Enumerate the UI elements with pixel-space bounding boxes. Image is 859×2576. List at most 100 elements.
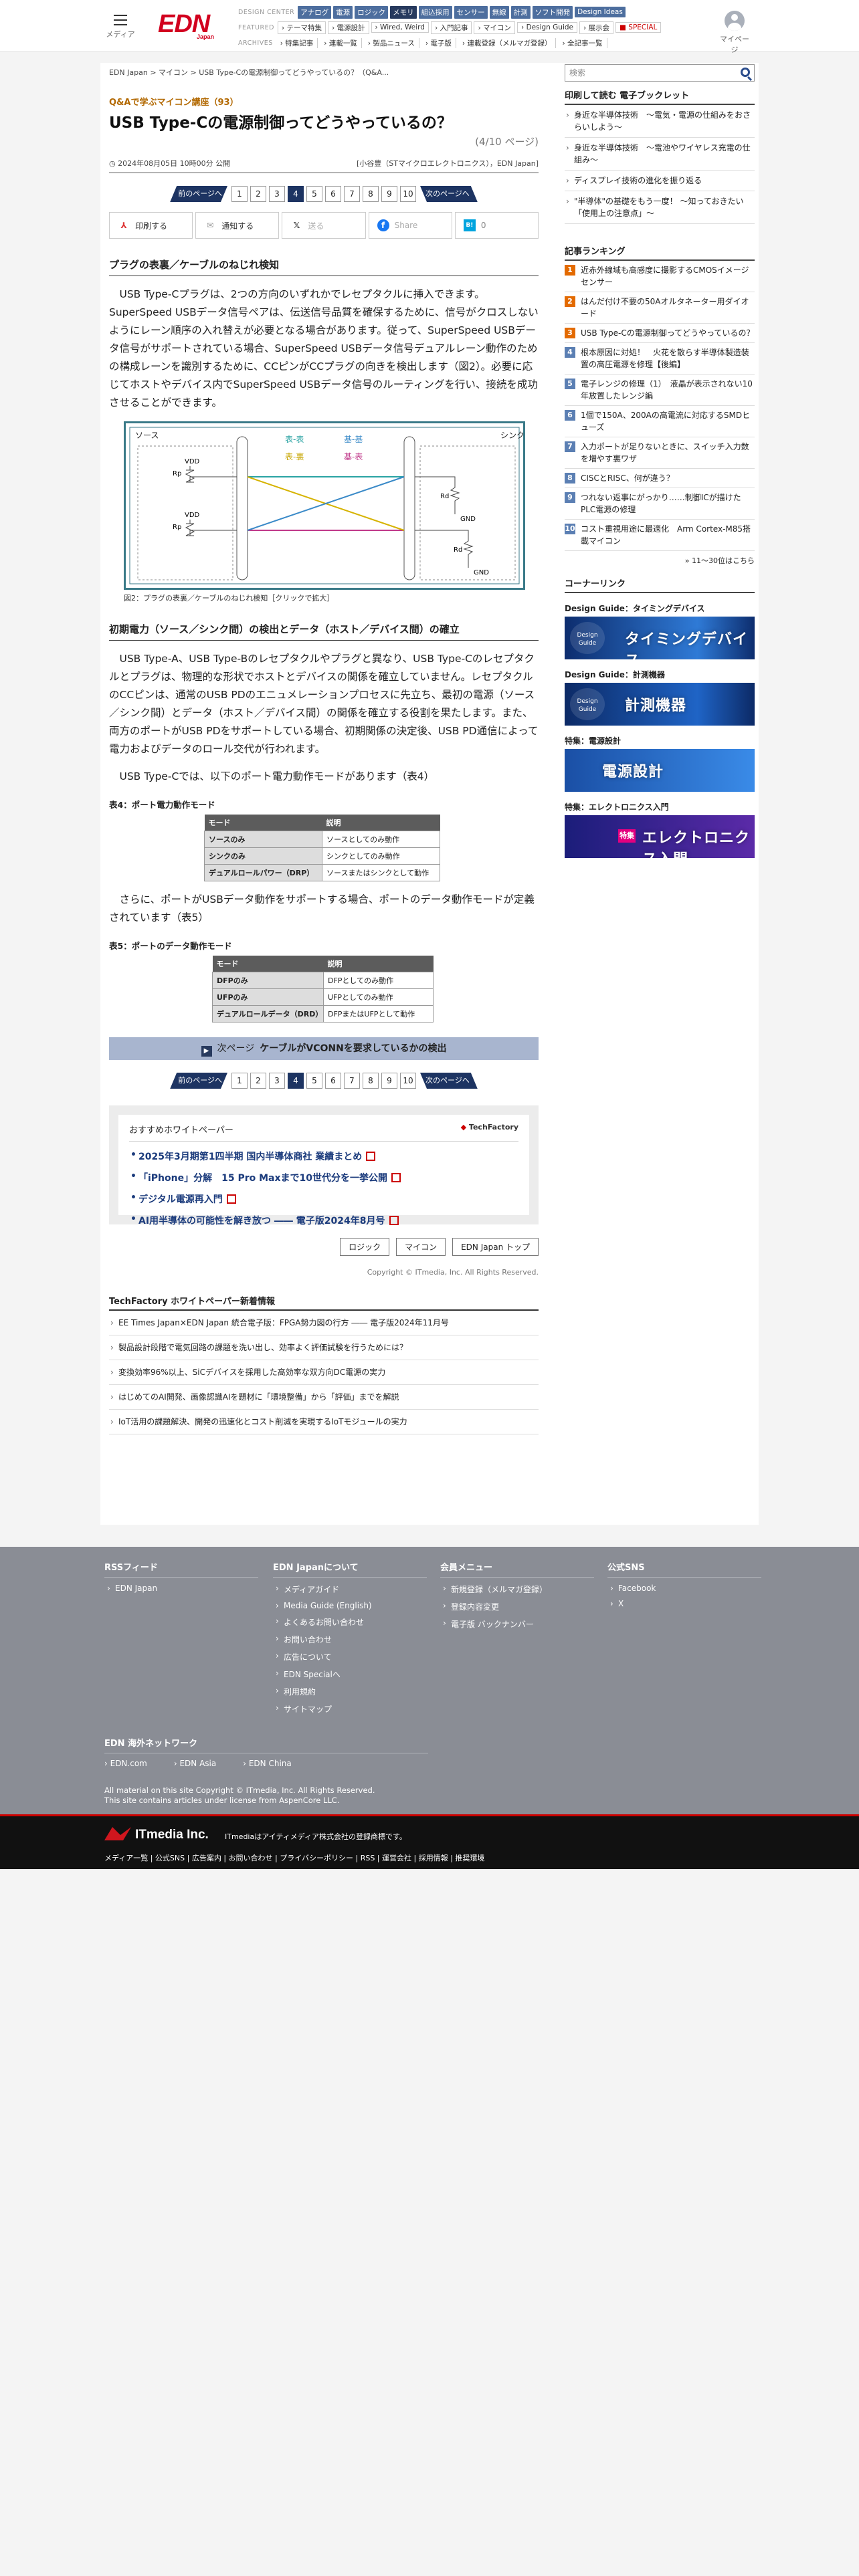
- corner-banner[interactable]: 特集エレクトロニクス入門: [565, 815, 755, 858]
- booklet-link[interactable]: 身近な半導体技術 ～電池やワイヤレス充電の仕組み～: [565, 138, 755, 171]
- series-label[interactable]: Q&Aで学ぶマイコン講座（93）: [109, 95, 539, 108]
- techfactory-item[interactable]: はじめてのAI開発、画像認識AIを題材に「環境整備」から「評価」までを解説: [109, 1385, 539, 1410]
- ranking-more-link[interactable]: » 11〜30位はこちら: [565, 555, 755, 566]
- overseas-link[interactable]: › EDN.com: [104, 1759, 147, 1768]
- page-number-link[interactable]: 1: [231, 186, 248, 202]
- corner-link-label[interactable]: Design Guide：計測機器: [565, 669, 755, 683]
- whitepaper-link[interactable]: 2025年3月期第1四半期 国内半導体商社 業績まとめ: [129, 1150, 518, 1163]
- page-number-link[interactable]: 7: [344, 1073, 360, 1089]
- page-number-link[interactable]: 8: [363, 186, 379, 202]
- page-number-link[interactable]: 3: [269, 186, 285, 202]
- x-share-button[interactable]: 𝕏 送る: [282, 212, 366, 239]
- page-number-link[interactable]: 2: [250, 186, 266, 202]
- page-number-link[interactable]: 7: [344, 186, 360, 202]
- archives-link[interactable]: › 電子版: [421, 37, 456, 48]
- page-number-link[interactable]: 4: [288, 186, 304, 202]
- featured-link[interactable]: › マイコン: [474, 21, 516, 34]
- itmedia-links[interactable]: メディア一覧 | 公式SNS | 広告案内 | お問い合わせ | プライバシーポ…: [104, 1852, 484, 1863]
- ranking-item[interactable]: 4 根本原因に対処！ 火花を散らす半導体製造装置の高圧電源を修理【後編】: [565, 343, 755, 374]
- featured-link[interactable]: › 電源設計: [327, 21, 369, 34]
- booklet-link[interactable]: 身近な半導体技術 ～電気・電源の仕組みをおさらいしよう～: [565, 105, 755, 138]
- featured-link[interactable]: › Design Guide: [517, 22, 577, 33]
- notify-button[interactable]: ✉ 通知する: [195, 212, 280, 239]
- page-number-link[interactable]: 4: [288, 1073, 304, 1089]
- ranking-item[interactable]: 5 電子レンジの修理（1） 液晶が表示されない10年放置したレンジ編: [565, 374, 755, 406]
- ranking-item[interactable]: 7 入力ポートが足りないときに、スイッチ入力数を増やす裏ワザ: [565, 437, 755, 469]
- design-center-tab[interactable]: メモリ: [390, 5, 417, 19]
- next-page-button-bottom[interactable]: 次のページへ: [420, 1073, 478, 1089]
- footer-link[interactable]: よくあるお問い合わせ: [273, 1616, 427, 1628]
- ranking-item[interactable]: 2 はんだ付け不要の50Aオルタネーター用ダイオード: [565, 292, 755, 324]
- footer-link[interactable]: EDN Specialへ: [273, 1669, 427, 1680]
- footer-link[interactable]: 新規登録（メルマガ登録）: [440, 1584, 594, 1595]
- footer-link[interactable]: お問い合わせ: [273, 1634, 427, 1645]
- whitepaper-link[interactable]: AI用半導体の可能性を解き放つ ―― 電子版2024年8月号: [129, 1214, 518, 1227]
- corner-link-label[interactable]: 特集：電源設計: [565, 735, 755, 749]
- techfactory-item[interactable]: IoT活用の課題解決、開発の迅速化とコスト削減を実現するIoTモジュールの実力: [109, 1410, 539, 1434]
- footer-link[interactable]: 電子版 バックナンバー: [440, 1618, 594, 1630]
- design-center-tab[interactable]: 電源: [333, 5, 353, 19]
- page-number-link[interactable]: 10: [400, 1073, 416, 1089]
- archives-link[interactable]: › 連載登録（メルマガ登録）: [458, 37, 557, 48]
- corner-link-label[interactable]: Design Guide：タイミングデバイス: [565, 603, 755, 617]
- page-number-link[interactable]: 2: [250, 1073, 266, 1089]
- archives-link[interactable]: › 連載一覧: [320, 37, 362, 48]
- footer-link[interactable]: メディアガイド: [273, 1584, 427, 1595]
- design-center-tab[interactable]: センサー: [454, 5, 488, 19]
- ranking-item[interactable]: 8 CISCとRISC、何が違う？: [565, 469, 755, 488]
- site-logo[interactable]: EDN Japan: [158, 11, 218, 40]
- techfactory-item[interactable]: 製品設計段階で電気回路の課題を洗い出し、効率よく評価試験を行うためには？: [109, 1335, 539, 1360]
- corner-banner[interactable]: Design Guide 計測機器: [565, 683, 755, 726]
- category-button[interactable]: ロジック: [340, 1238, 390, 1256]
- footer-link[interactable]: Facebook: [607, 1584, 761, 1593]
- footer-link[interactable]: サイトマップ: [273, 1703, 427, 1715]
- techfactory-item[interactable]: 変換効率96%以上、SiCデバイスを採用した高効率な双方向DC電源の実力: [109, 1360, 539, 1385]
- overseas-link[interactable]: › EDN Asia: [174, 1759, 216, 1768]
- footer-link[interactable]: 登録内容変更: [440, 1601, 594, 1612]
- page-number-link[interactable]: 8: [363, 1073, 379, 1089]
- footer-link[interactable]: 広告について: [273, 1651, 427, 1662]
- prev-page-button-bottom[interactable]: 前のページへ: [170, 1073, 227, 1089]
- featured-link[interactable]: › 入門記事: [430, 21, 472, 34]
- print-button[interactable]: ⅄ 印刷する: [109, 212, 193, 239]
- ranking-item[interactable]: 10 コスト重視用途に最適化 Arm Cortex-M85搭載マイコン: [565, 520, 755, 551]
- overseas-link[interactable]: › EDN China: [243, 1759, 292, 1768]
- category-button[interactable]: マイコン: [396, 1238, 446, 1256]
- whitepaper-link[interactable]: 「iPhone」分解 15 Pro Maxまで10世代分を一挙公開: [129, 1171, 518, 1184]
- hatena-bookmark-button[interactable]: B! 0: [454, 212, 539, 239]
- page-number-link[interactable]: 9: [381, 1073, 397, 1089]
- corner-banner[interactable]: Design Guide タイミングデバイス: [565, 617, 755, 659]
- footer-link[interactable]: 利用規約: [273, 1686, 427, 1697]
- featured-link[interactable]: › 展示会: [579, 21, 614, 34]
- corner-link-label[interactable]: 特集：エレクトロニクス入門: [565, 801, 755, 815]
- ranking-item[interactable]: 9 つれない返事にがっかり……制御ICが描けたPLC電源の修理: [565, 488, 755, 520]
- featured-link[interactable]: › Wired, Weird: [371, 22, 429, 33]
- archives-link[interactable]: › 全記事一覧: [558, 37, 607, 48]
- page-number-link[interactable]: 3: [269, 1073, 285, 1089]
- ranking-item[interactable]: 1 近赤外線域も高感度に撮影するCMOSイメージセンサー: [565, 261, 755, 292]
- corner-banner[interactable]: 電源設計: [565, 749, 755, 792]
- design-center-tab[interactable]: ロジック: [355, 5, 389, 19]
- archives-link[interactable]: › 製品ニュース: [363, 37, 419, 48]
- page-number-link[interactable]: 5: [306, 186, 322, 202]
- design-center-tab[interactable]: ソフト開発: [532, 5, 573, 19]
- prev-page-button[interactable]: 前のページへ: [170, 186, 227, 202]
- design-center-tab[interactable]: 計測: [510, 5, 531, 19]
- design-center-tab[interactable]: 組込採用: [418, 5, 452, 19]
- ranking-item[interactable]: 6 1個で150A、200Aの高電流に対応するSMDヒューズ: [565, 406, 755, 437]
- design-center-tab[interactable]: 無線: [489, 5, 509, 19]
- whitepaper-link[interactable]: デジタル電源再入門: [129, 1192, 518, 1206]
- page-number-link[interactable]: 9: [381, 186, 397, 202]
- page-number-link[interactable]: 6: [325, 186, 341, 202]
- media-menu-button[interactable]: メディア: [106, 15, 135, 39]
- search-input[interactable]: 検索: [565, 64, 755, 82]
- footer-link[interactable]: EDN Japan: [104, 1584, 258, 1593]
- featured-link[interactable]: › テーマ特集: [277, 21, 326, 34]
- design-center-tab[interactable]: アナログ: [298, 5, 332, 19]
- itmedia-logo[interactable]: ITmedia Inc.: [104, 1827, 209, 1842]
- booklet-link[interactable]: "半導体"の基礎をもう一度！ ～知っておきたい「使用上の注意点」～: [565, 191, 755, 224]
- mypage-button[interactable]: マイページ: [720, 11, 749, 55]
- ranking-item[interactable]: 3 USB Type-Cの電源制御ってどうやっているの？: [565, 324, 755, 343]
- design-center-tab[interactable]: Design Ideas: [575, 7, 626, 17]
- footer-link[interactable]: X: [607, 1599, 761, 1608]
